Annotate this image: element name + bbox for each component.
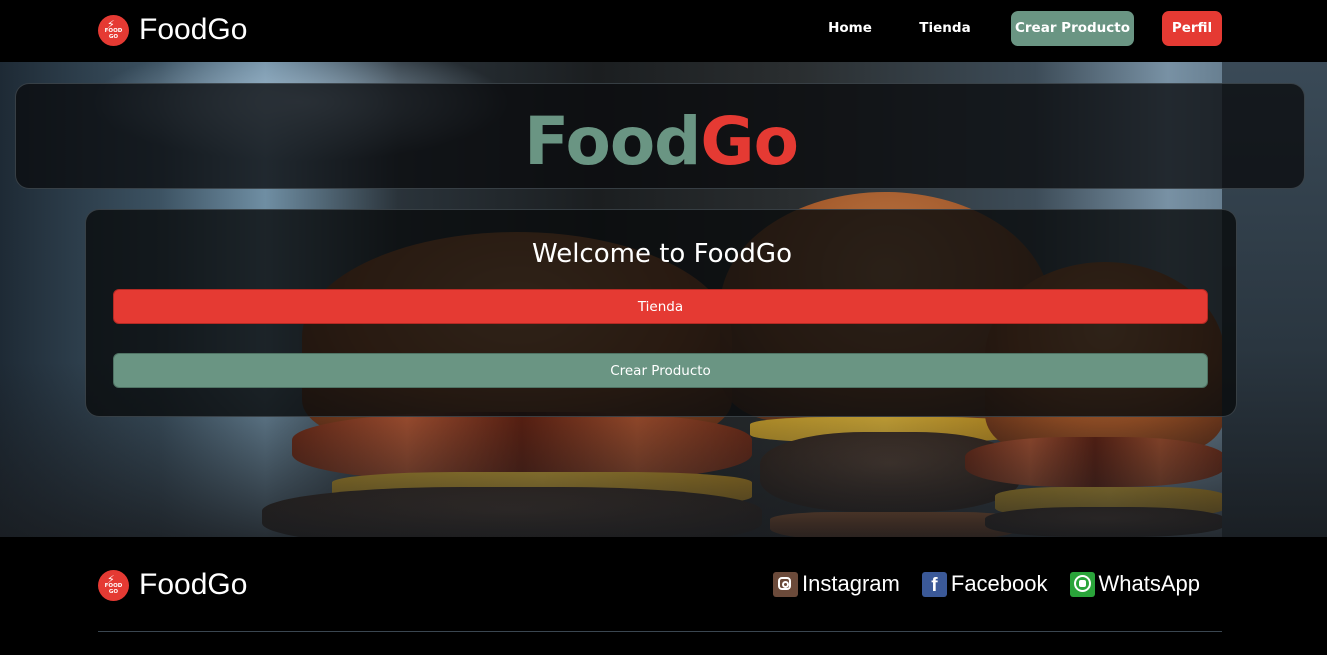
brand-name: FoodGo [139, 13, 248, 46]
social-links: Instagram f Facebook WhatsApp [751, 570, 1200, 598]
footer-brand[interactable]: ⚡ FOOD GO FoodGo [98, 568, 247, 602]
footer: ⚡ FOOD GO FoodGo Instagram f Facebook Wha… [0, 537, 1327, 655]
tienda-button[interactable]: Tienda [113, 289, 1208, 324]
navbar: ⚡ FOOD GO FoodGo Home Tienda Crear Produc… [0, 0, 1327, 62]
whatsapp-icon [1069, 571, 1095, 597]
facebook-link[interactable]: f Facebook [921, 571, 1048, 597]
welcome-panel: Welcome to FoodGo Tienda Crear Producto [85, 209, 1237, 417]
crear-producto-button[interactable]: Crear Producto [113, 353, 1208, 388]
facebook-label: Facebook [950, 571, 1048, 596]
foodgo-logo-icon: ⚡ FOOD GO [98, 14, 129, 46]
hero-title-go: Go [700, 103, 799, 180]
hero-section: FoodGo Welcome to FoodGo Tienda Crear Pr… [0, 62, 1327, 537]
navbar-brand[interactable]: ⚡ FOOD GO FoodGo [98, 13, 247, 47]
nav-perfil-button[interactable]: Perfil [1162, 11, 1222, 46]
welcome-heading: Welcome to FoodGo [532, 239, 792, 269]
footer-brand-name: FoodGo [139, 568, 248, 601]
facebook-icon: f [921, 571, 947, 597]
instagram-label: Instagram [802, 571, 900, 596]
whatsapp-link[interactable]: WhatsApp [1069, 571, 1201, 597]
instagram-icon [773, 571, 799, 597]
whatsapp-label: WhatsApp [1098, 571, 1201, 596]
footer-divider [98, 631, 1222, 632]
foodgo-logo-icon: ⚡ FOOD GO [98, 569, 129, 601]
nav-tienda-link[interactable]: Tienda [913, 11, 977, 46]
title-panel: FoodGo [15, 83, 1305, 189]
instagram-link[interactable]: Instagram [773, 571, 900, 597]
hero-title-food: Food [524, 103, 701, 180]
nav-crear-producto-button[interactable]: Crear Producto [1011, 11, 1134, 46]
hero-title: FoodGo [16, 102, 1306, 182]
nav-home-link[interactable]: Home [820, 11, 880, 46]
